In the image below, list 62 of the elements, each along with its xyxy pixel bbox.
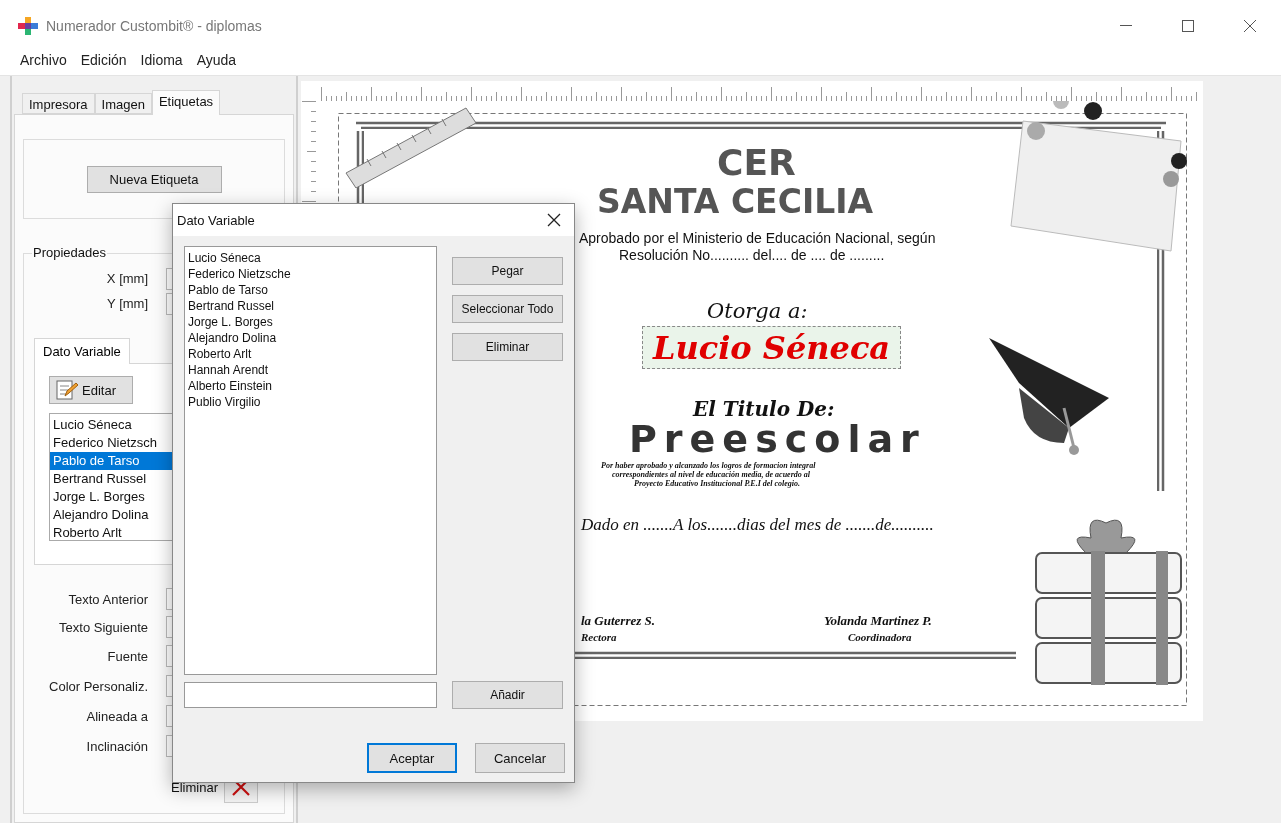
app-logo-icon xyxy=(18,16,38,35)
menu-item[interactable]: Archivo xyxy=(20,52,67,68)
maximize-icon xyxy=(1182,19,1194,32)
list-item[interactable]: Roberto Arlt xyxy=(188,346,433,362)
field-label: Fuente xyxy=(106,648,148,664)
tab[interactable]: Impresora xyxy=(22,93,95,114)
reason-text: correspondientes al nivel de educación media, de acuerdo al xyxy=(612,471,810,480)
list-item[interactable]: Pablo de Tarso xyxy=(188,282,433,298)
add-button[interactable]: Añadir xyxy=(452,681,563,709)
tab[interactable]: Etiquetas xyxy=(151,90,221,115)
field-label: Color Personaliz. xyxy=(48,678,148,694)
menu-item[interactable]: Ayuda xyxy=(196,52,237,68)
close-icon xyxy=(1244,19,1256,32)
approval-text: Resolución No.......... del.... de .... de ......... xyxy=(619,248,885,264)
list-item[interactable]: Alejandro Dolina xyxy=(188,330,433,346)
signature-name: la Guterrez S. xyxy=(581,614,656,629)
field-label: X [mm] xyxy=(105,271,148,286)
list-item[interactable]: Bertrand Russel xyxy=(188,298,433,314)
tab[interactable]: Imagen xyxy=(94,93,152,114)
edit-button[interactable]: Editar xyxy=(49,376,133,404)
list-item[interactable]: Lucio Séneca xyxy=(188,250,433,266)
field-label: Y [mm] xyxy=(106,296,148,311)
list-item[interactable]: Federico Nietzsche xyxy=(188,266,433,282)
school-name: CER xyxy=(717,143,796,183)
list-item[interactable]: Publio Virgilio xyxy=(188,394,433,410)
recipient-name[interactable]: Lucio Séneca xyxy=(642,326,901,369)
list-item[interactable]: Jorge L. Borges xyxy=(188,314,433,330)
dialog-button[interactable]: Pegar xyxy=(452,257,563,285)
menu-item[interactable]: Edición xyxy=(80,52,127,68)
signature-role: Rectora xyxy=(581,631,617,644)
field-label: Alineada a xyxy=(85,708,148,724)
school-name: SANTA CECILIA xyxy=(597,184,873,221)
dialog-button[interactable]: Eliminar xyxy=(452,333,563,361)
list-item[interactable]: Alberto Einstein xyxy=(188,378,433,394)
window-title: Numerador Custombit® - diplomas xyxy=(46,17,262,34)
title-heading: El Titulo De: xyxy=(693,398,835,420)
input-field[interactable] xyxy=(184,682,437,708)
dialog-button[interactable]: Seleccionar Todo xyxy=(452,295,563,323)
field-label: Texto Siguiente xyxy=(58,619,148,635)
dialog-button[interactable]: Aceptar xyxy=(367,743,457,773)
field-label: Inclinación xyxy=(85,738,148,754)
dialog-title: Dato Variable xyxy=(177,212,255,228)
close-icon xyxy=(547,213,561,227)
date-line: Dado en .......A los.......dias del mes de .......de.......... xyxy=(581,516,934,535)
reason-text: Proyecto Educativo Institucional P.E.I del colegio. xyxy=(634,480,801,489)
signature-name: Yolanda Martinez P. xyxy=(824,614,932,629)
signature-role: Coordinadora xyxy=(848,631,912,644)
reason-text: Por haber aprobado y alcanzado los logros de formacion integral xyxy=(601,462,816,471)
approval-text: Aprobado por el Ministerio de Educación Nacional, según xyxy=(579,231,936,247)
dialog-button[interactable]: Cancelar xyxy=(475,743,565,773)
group-title: Propiedades xyxy=(32,245,107,260)
menu-item[interactable]: Idioma xyxy=(140,52,183,68)
list-item[interactable]: Hannah Arendt xyxy=(188,362,433,378)
degree-name: Preescolar xyxy=(629,419,926,461)
list-box[interactable]: Lucio Séneca Federico Nietzsche Pablo de Tarso Bertrand Russel Jorge L. Borges Alejandro Dolina Roberto Arlt Hannah Arendt Alberto Einstein Publio Virgilio xyxy=(184,246,437,675)
new-label-button[interactable]: Nueva Etiqueta xyxy=(86,165,222,193)
tab[interactable]: Dato Variable xyxy=(34,338,130,364)
field-label: Texto Anterior xyxy=(67,591,148,607)
grant-heading: Otorga a: xyxy=(707,300,808,324)
notepad-pencil-icon xyxy=(56,380,78,400)
delete-label: Eliminar xyxy=(171,779,218,795)
minimize-icon xyxy=(1120,24,1132,27)
